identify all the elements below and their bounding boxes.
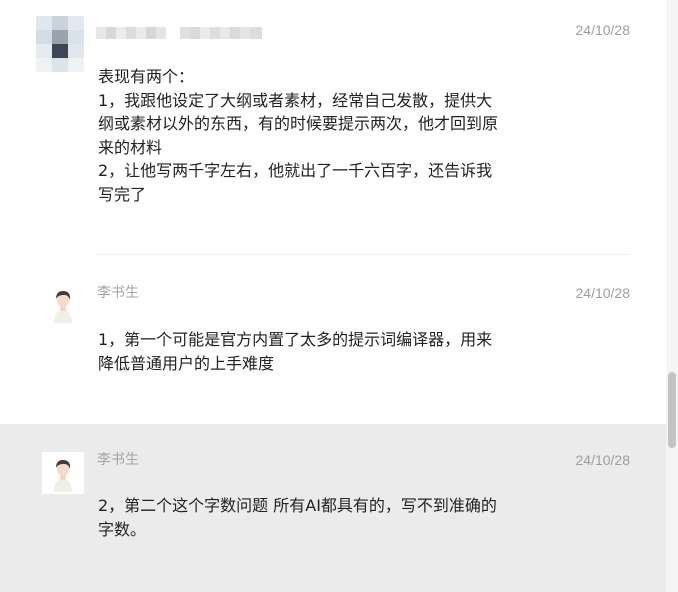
sender-name[interactable]: 李书生 (97, 284, 139, 302)
comment-item: 李书生 24/10/28 2，第二个这个字数问题 所有AI都具有的，写不到准确的… (0, 424, 666, 592)
comment-time: 24/10/28 (575, 452, 631, 468)
comment-item: 李书生 24/10/28 1，第一个可能是官方内置了太多的提示词编译器，用来 降… (0, 255, 666, 424)
comment-time: 24/10/28 (575, 285, 631, 301)
comment-text: 2，第二个这个字数问题 所有AI都具有的，写不到准确的 字数。 (98, 496, 497, 539)
comment-text: 1，第一个可能是官方内置了太多的提示词编译器，用来 降低普通用户的上手难度 (98, 330, 493, 373)
sender-name[interactable]: 李书生 (97, 451, 139, 469)
comment-text: 表现有两个： 1，我跟他设定了大纲或者素材，经常自己发散，提供大 纲或素材以外的… (98, 67, 499, 204)
person-avatar-icon[interactable] (42, 452, 84, 494)
sender-name-redacted (96, 24, 262, 39)
blurred-avatar-icon[interactable] (36, 16, 84, 72)
comment-item: 24/10/28 表现有两个： 1，我跟他设定了大纲或者素材，经常自己发散，提供… (0, 0, 666, 255)
vertical-scrollbar[interactable] (666, 0, 678, 592)
scrollbar-thumb[interactable] (668, 372, 676, 448)
comment-time: 24/10/28 (575, 22, 631, 38)
person-avatar-icon[interactable] (42, 283, 84, 325)
